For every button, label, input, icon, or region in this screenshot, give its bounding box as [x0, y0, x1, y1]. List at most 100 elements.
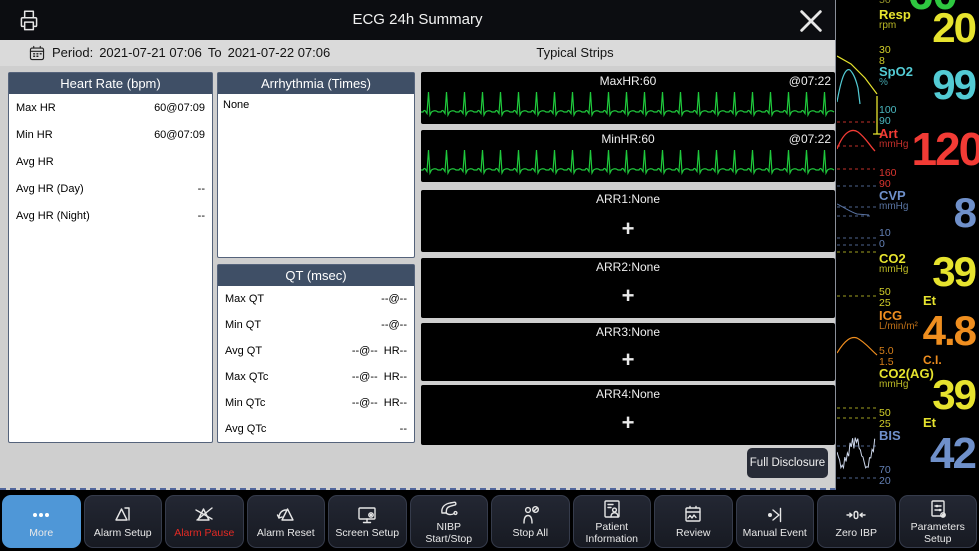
stop-all-icon: [519, 504, 541, 526]
param-unit: mmHg: [879, 139, 908, 150]
more-button[interactable]: More: [2, 495, 81, 548]
review-icon: [682, 504, 704, 526]
period-to-label: To: [208, 45, 222, 60]
table-row: Min QTc --@-- HR--: [218, 390, 414, 416]
param-unit: mmHg: [879, 379, 908, 390]
button-label: Alarm Pause: [174, 527, 234, 539]
param-co2ag[interactable]: CO2(AG) mmHg 50 25 Et 39: [837, 366, 979, 422]
alarm-setup-button[interactable]: Alarm Setup: [84, 495, 163, 548]
period-bar[interactable]: Period:2021-07-21 07:06To2021-07-22 07:0…: [0, 40, 835, 66]
table-row: Avg HR: [9, 148, 212, 175]
button-label: Manual Event: [743, 527, 807, 539]
screen-setup-button[interactable]: Screen Setup: [328, 495, 407, 548]
row-label: Min QTc: [225, 397, 265, 409]
row-label: Avg HR: [16, 156, 54, 168]
row-value: --: [198, 183, 205, 195]
close-icon[interactable]: [797, 7, 825, 35]
more-dots-icon: [30, 504, 52, 526]
strip-label: ARR4:None: [421, 387, 835, 401]
patient-info-icon: [601, 498, 623, 520]
row-label: Avg HR (Day): [16, 183, 84, 195]
ecg-waveform: [421, 86, 835, 124]
param-unit: mmHg: [879, 264, 908, 275]
add-strip-button[interactable]: +: [421, 412, 835, 434]
monitor-screen: ECG 24h Summary Period: 2021-07-21 07:06 T…: [0, 0, 979, 551]
row-value: --: [198, 210, 205, 222]
alarm-setup-icon: [112, 504, 134, 526]
param-resp[interactable]: Resp rpm 30 8 20: [837, 7, 979, 65]
nibp-start-stop-button[interactable]: NIBP Start/Stop: [410, 495, 489, 548]
row-label: Avg QT: [225, 345, 262, 357]
alarm-pause-button[interactable]: Alarm Pause: [165, 495, 244, 548]
row-value: --@-- HR--: [352, 397, 407, 409]
parameters-setup-button[interactable]: Parameters Setup: [899, 495, 978, 548]
stop-all-button[interactable]: Stop All: [491, 495, 570, 548]
qt-panel: QT (msec) Max QT--@-- Min QT--@-- Avg QT…: [217, 264, 415, 443]
param-unit: mmHg: [879, 201, 908, 212]
button-label: Alarm Reset: [257, 527, 315, 539]
param-value: 42: [930, 434, 975, 474]
param-icg[interactable]: ICG L/min/m² 5.0 1.5 C.I. 4.8: [837, 308, 979, 364]
strip-minhr[interactable]: MinHR:60 @07:22: [421, 130, 835, 182]
param-value: 20: [932, 9, 975, 48]
add-strip-button[interactable]: +: [421, 218, 835, 240]
row-value: --@-- HR--: [352, 371, 407, 383]
alarm-reset-button[interactable]: Alarm Reset: [247, 495, 326, 548]
row-label: Min QT: [225, 319, 261, 331]
table-row: Max QT--@--: [218, 286, 414, 312]
param-value: 4.8: [923, 312, 975, 351]
heart-rate-panel-title: Heart Rate (bpm): [9, 73, 212, 94]
button-label: Screen Setup: [335, 527, 399, 539]
row-value: --@-- HR--: [352, 345, 407, 357]
row-label: Avg QTc: [225, 423, 266, 435]
alarm-reset-icon: [275, 504, 297, 526]
add-strip-button[interactable]: +: [421, 349, 835, 371]
vitals-sidebar: 60 50 Resp rpm 30 8 20 SpO2: [837, 0, 979, 492]
param-art[interactable]: Art mmHg 160 90 120/: [837, 126, 979, 186]
param-value: 99: [932, 66, 975, 105]
row-value: --: [400, 423, 407, 435]
zero-ibp-button[interactable]: Zero IBP: [817, 495, 896, 548]
button-label: Patient Information: [576, 521, 648, 545]
row-value: 60@07:09: [154, 129, 205, 141]
param-label: BIS: [879, 428, 901, 443]
period-text: Period:2021-07-21 07:06To2021-07-22 07:0…: [52, 45, 336, 60]
param-value: 39: [932, 253, 975, 292]
table-row: Avg QT --@-- HR--: [218, 338, 414, 364]
nibp-icon: [438, 498, 460, 520]
manual-event-button[interactable]: Manual Event: [736, 495, 815, 548]
button-label: Alarm Setup: [94, 527, 152, 539]
param-unit: rpm: [879, 20, 896, 31]
strip-label: ARR3:None: [421, 325, 835, 339]
patient-information-button[interactable]: Patient Information: [573, 495, 652, 548]
param-tag: Et: [923, 293, 936, 308]
period-label: Period:: [52, 45, 93, 60]
period-from: 2021-07-21 07:06: [99, 45, 202, 60]
table-row: Min HR60@07:09: [9, 121, 212, 148]
strip-arr3: ARR3:None +: [421, 323, 835, 381]
param-cvp[interactable]: CVP mmHg 10 0 8: [837, 188, 979, 246]
strip-arr1: ARR1:None +: [421, 190, 835, 252]
full-disclosure-button[interactable]: Full Disclosure: [747, 448, 828, 478]
button-label: Review: [676, 527, 710, 539]
button-label: Stop All: [512, 527, 548, 539]
row-value: --@--: [381, 293, 407, 305]
param-bis[interactable]: BIS 70 20 42: [837, 428, 979, 486]
table-row: Avg QTc --: [218, 416, 414, 442]
alarm-low-limit: 20: [879, 475, 891, 487]
param-co2[interactable]: CO2 mmHg 50 25 Et 39: [837, 251, 979, 307]
add-strip-button[interactable]: +: [421, 285, 835, 307]
alarm-pause-icon: [193, 504, 215, 526]
strip-maxhr[interactable]: MaxHR:60 @07:22: [421, 72, 835, 124]
heart-rate-panel: Heart Rate (bpm) Max HR 60@07:09 Min HR60…: [8, 72, 213, 443]
manual-event-icon: [764, 504, 786, 526]
row-label: Max HR: [16, 102, 56, 114]
ecg-24h-summary-dialog: ECG 24h Summary Period: 2021-07-21 07:06 T…: [0, 0, 836, 490]
table-row: Min QT--@--: [218, 312, 414, 338]
strip-label: ARR2:None: [421, 260, 835, 274]
dialog-titlebar: ECG 24h Summary: [0, 0, 835, 40]
review-button[interactable]: Review: [654, 495, 733, 548]
param-spo2[interactable]: SpO2 % 100 90 99: [837, 64, 979, 122]
parameters-setup-icon: [927, 498, 949, 520]
row-label: Avg HR (Night): [16, 210, 90, 222]
